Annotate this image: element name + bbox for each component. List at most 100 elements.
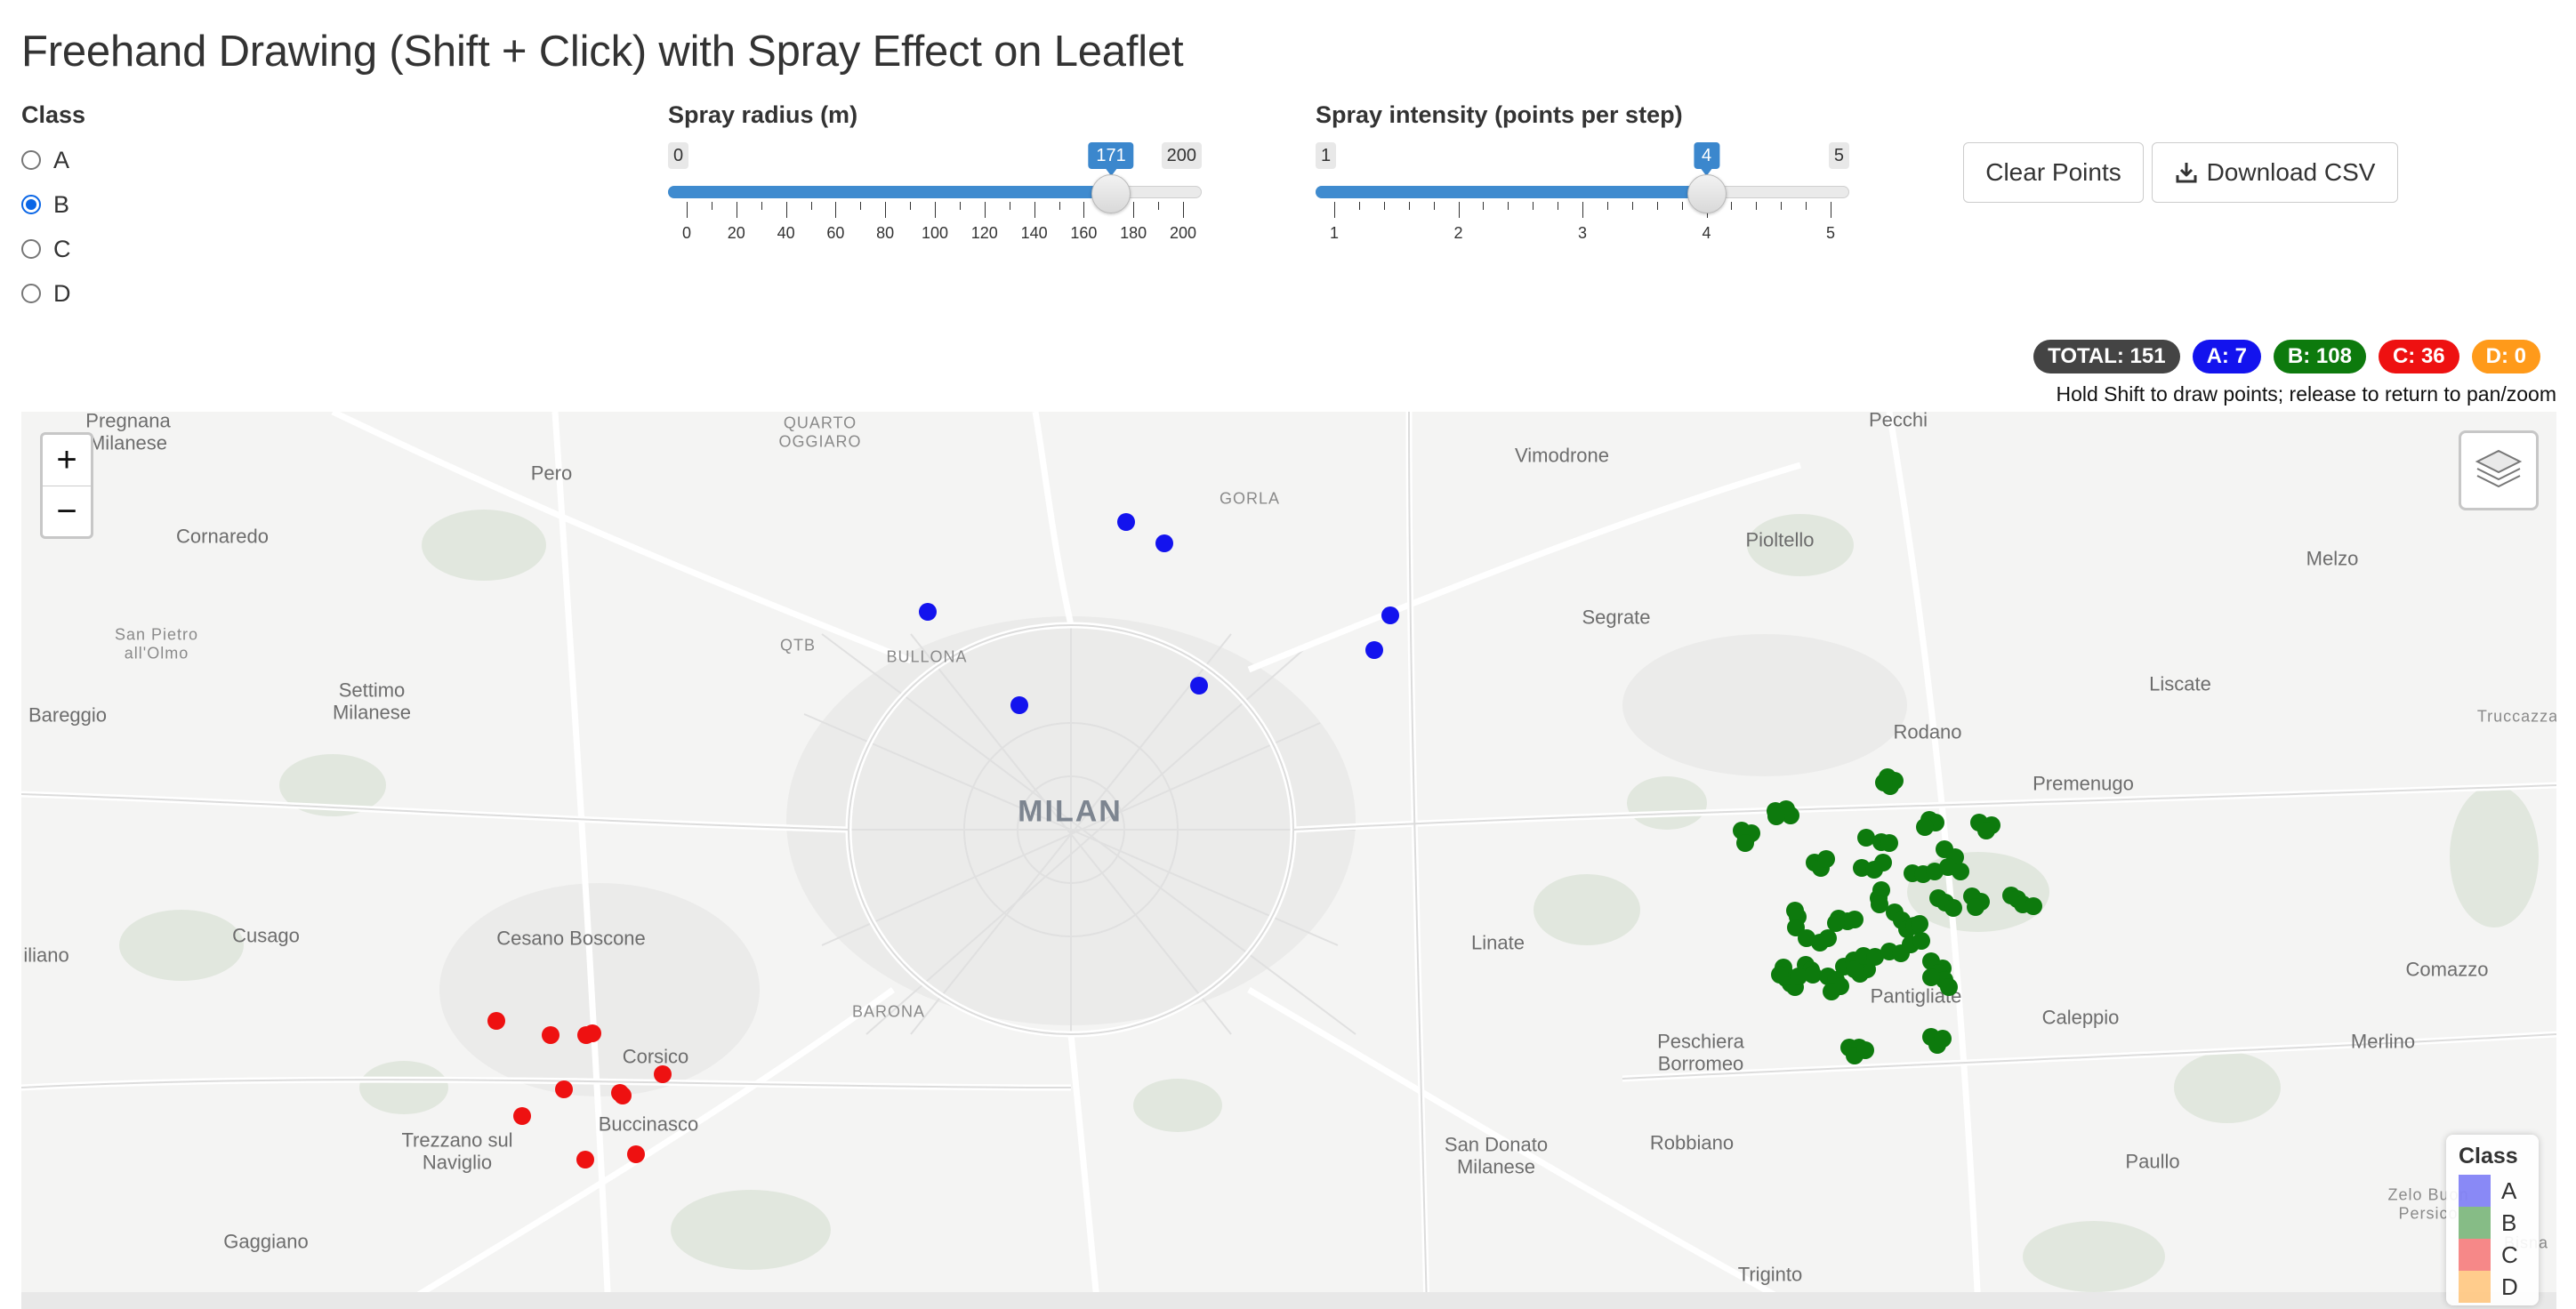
- point-class-b: [1857, 829, 1875, 847]
- class-radio-d[interactable]: [21, 284, 41, 303]
- spray-radius-tick-label: 40: [777, 224, 795, 242]
- point-class-b: [2025, 897, 2042, 915]
- spray-radius-label: Spray radius (m): [668, 101, 858, 128]
- point-class-b: [1922, 968, 1940, 986]
- point-class-b: [1856, 1041, 1874, 1059]
- point-class-b: [1736, 834, 1754, 852]
- spray-intensity-major-tick: [1334, 202, 1335, 218]
- spray-intensity-handle[interactable]: [1686, 174, 1727, 213]
- point-class-a: [919, 603, 937, 621]
- class-b-badge: B: 108: [2273, 340, 2366, 373]
- class-radio-a[interactable]: [21, 150, 41, 170]
- class-option-c[interactable]: C: [21, 231, 71, 267]
- download-csv-label: Download CSV: [2206, 158, 2376, 186]
- legend-swatch: [2459, 1175, 2491, 1207]
- spray-radius-tick-label: 60: [826, 224, 845, 242]
- spray-radius-minor-tick: [1158, 202, 1160, 210]
- point-class-b: [1771, 966, 1789, 984]
- spray-radius-minor-tick: [1059, 202, 1060, 210]
- clear-points-label: Clear Points: [1985, 158, 2121, 186]
- spray-intensity-minor-tick: [1781, 202, 1783, 210]
- map-legend: Class ABCD: [2446, 1135, 2539, 1305]
- class-option-label: D: [53, 279, 71, 307]
- spray-intensity-max-label: 5: [1828, 142, 1849, 169]
- spray-intensity-minor-tick: [1681, 202, 1683, 210]
- legend-label: D: [2501, 1273, 2518, 1300]
- spray-radius-slider[interactable]: 0 200 171 0 20 40 60 80 100 120 140 160 180 200: [668, 142, 1202, 249]
- spray-radius-tick-label: 120: [970, 224, 998, 242]
- point-class-b: [1871, 895, 1888, 913]
- spray-radius-major-tick: [1133, 202, 1135, 218]
- point-class-b: [1827, 914, 1845, 932]
- spray-radius-handle[interactable]: [1091, 174, 1131, 213]
- point-class-b: [1967, 898, 1984, 916]
- download-icon: [2176, 163, 2197, 183]
- spray-radius-major-tick: [935, 202, 936, 218]
- spray-intensity-minor-tick: [1433, 202, 1435, 210]
- zoom-in-button[interactable]: +: [43, 435, 91, 486]
- class-option-label: B: [53, 190, 70, 218]
- legend-item-c: C: [2459, 1239, 2526, 1271]
- leaflet-map[interactable]: Pregnana Milanese QUARTO OGGIARO Vimodrone…: [21, 412, 2556, 1309]
- spray-radius-max-label: 200: [1161, 142, 1202, 169]
- class-option-b[interactable]: B: [21, 187, 69, 222]
- point-class-b: [1875, 774, 1893, 791]
- spray-radius-major-tick: [1034, 202, 1035, 218]
- spray-radius-min-label: 0: [668, 142, 689, 169]
- spray-intensity-minor-tick: [1631, 202, 1633, 210]
- count-badges: TOTAL: 151 A: 7 B: 108 C: 36 D: 0: [2033, 340, 2540, 373]
- class-d-badge: D: 0: [2471, 340, 2540, 373]
- legend-label: B: [2501, 1209, 2517, 1236]
- spray-intensity-label: Spray intensity (points per step): [1316, 101, 1683, 128]
- spray-intensity-minor-tick: [1483, 202, 1485, 210]
- spray-intensity-min-label: 1: [1316, 142, 1337, 169]
- point-class-b: [1790, 968, 1807, 985]
- layers-control-button[interactable]: [2459, 430, 2539, 510]
- point-class-c: [627, 1145, 645, 1163]
- point-class-c: [487, 1012, 505, 1030]
- class-option-d[interactable]: D: [21, 276, 71, 311]
- class-option-a[interactable]: A: [21, 142, 69, 178]
- point-class-b: [1817, 850, 1835, 868]
- spray-radius-minor-tick: [910, 202, 912, 210]
- spray-intensity-minor-tick: [1533, 202, 1534, 210]
- point-class-b: [1819, 929, 1837, 947]
- legend-item-b: B: [2459, 1207, 2526, 1239]
- class-radio-b[interactable]: [21, 195, 41, 214]
- page-title: Freehand Drawing (Shift + Click) with Sp…: [21, 28, 1184, 76]
- spray-radius-major-tick: [835, 202, 837, 218]
- spray-intensity-minor-tick: [1731, 202, 1733, 210]
- point-class-a: [1190, 677, 1208, 695]
- spray-intensity-tick-label: 5: [1825, 224, 1836, 242]
- spray-radius-tick-label: 80: [876, 224, 895, 242]
- class-c-badge: C: 36: [2378, 340, 2459, 373]
- spray-radius-value-label: 171: [1088, 142, 1134, 176]
- point-class-b: [1952, 863, 1969, 880]
- class-radio-c[interactable]: [21, 239, 41, 259]
- legend-swatch: [2459, 1207, 2491, 1239]
- zoom-out-button[interactable]: −: [43, 486, 91, 537]
- zoom-control: + −: [40, 432, 93, 539]
- point-class-c: [576, 1151, 594, 1168]
- point-class-b: [1916, 818, 1934, 836]
- spray-intensity-slider[interactable]: 1 5 4 1 2 3 4 5: [1316, 142, 1849, 249]
- legend-label: A: [2501, 1176, 2517, 1204]
- point-class-a: [1155, 534, 1173, 552]
- legend-swatch: [2459, 1271, 2491, 1303]
- class-option-label: A: [53, 146, 70, 173]
- point-class-a: [1381, 606, 1399, 624]
- point-class-b: [1940, 978, 1958, 996]
- spray-intensity-tick-label: 3: [1577, 224, 1588, 242]
- class-option-label: C: [53, 235, 71, 262]
- class-a-badge: A: 7: [2192, 340, 2261, 373]
- spray-intensity-value-label: 4: [1693, 142, 1720, 176]
- draw-hint: Hold Shift to draw points; release to re…: [2056, 382, 2556, 406]
- clear-points-button[interactable]: Clear Points: [1963, 142, 2144, 203]
- point-class-c: [513, 1107, 531, 1125]
- point-class-b: [1874, 854, 1892, 871]
- spray-intensity-minor-tick: [1508, 202, 1509, 210]
- point-class-c: [584, 1024, 601, 1042]
- legend-item-d: D: [2459, 1271, 2526, 1303]
- point-class-b: [1823, 983, 1840, 1000]
- download-csv-button[interactable]: Download CSV: [2152, 142, 2398, 203]
